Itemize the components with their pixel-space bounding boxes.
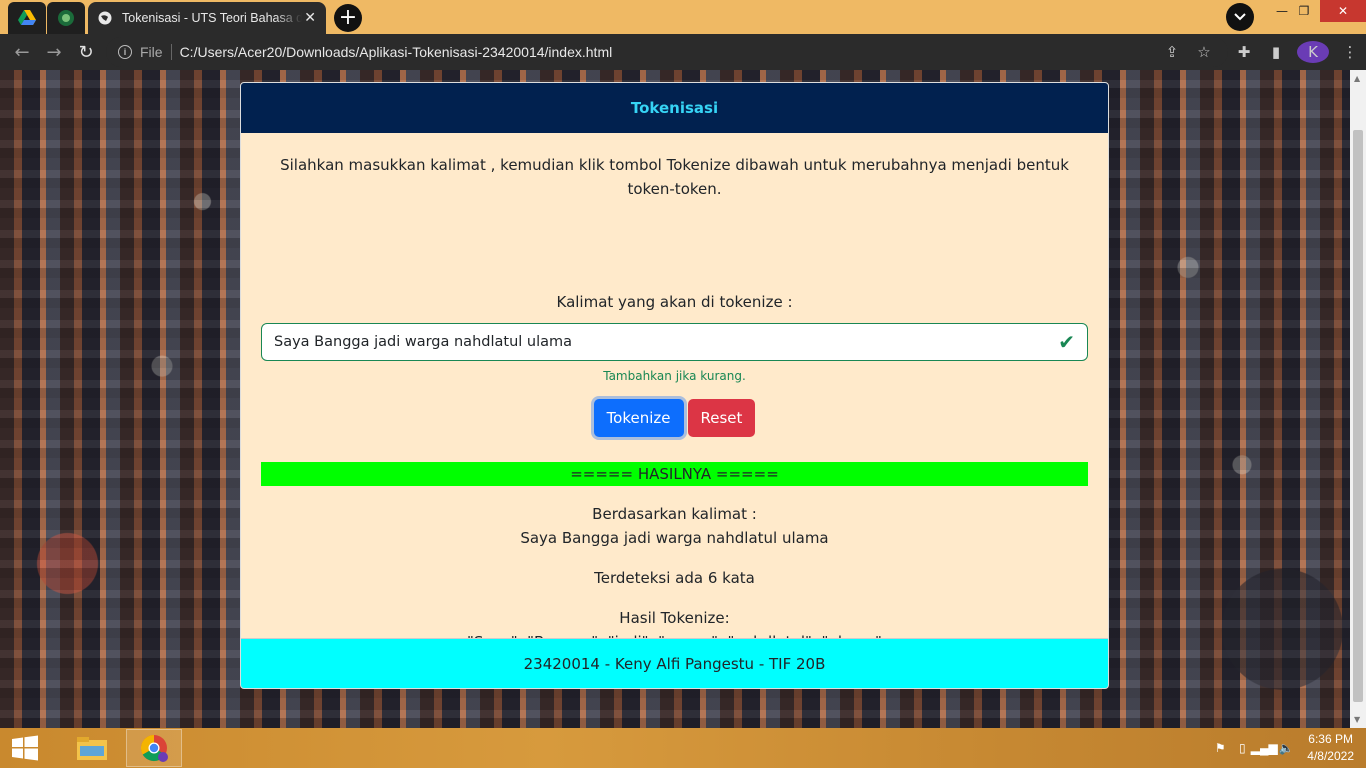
based-on-label: Berdasarkan kalimat :: [592, 505, 757, 523]
share-icon[interactable]: ⇪: [1156, 43, 1188, 61]
input-label: Kalimat yang akan di tokenize :: [556, 293, 793, 311]
scrollbar-thumb[interactable]: [1353, 130, 1363, 702]
tab-favicon-icon: [58, 10, 74, 26]
profile-avatar[interactable]: K: [1297, 41, 1329, 63]
tab-strip: Tokenisasi - UTS Teori Bahasa dan Automa…: [0, 0, 1366, 34]
action-center-flag-icon[interactable]: ⚑: [1209, 741, 1231, 755]
info-icon[interactable]: i: [118, 45, 132, 59]
checkmark-icon: ✔: [1058, 330, 1075, 354]
start-button[interactable]: [0, 728, 50, 768]
new-tab-icon[interactable]: +: [334, 4, 362, 32]
valid-feedback: Tambahkan jika kurang.: [603, 369, 746, 383]
system-tray: ⚑ ▯ ▂▄▆ 🔈 6:36 PM 4/8/2022: [1209, 728, 1366, 768]
address-bar[interactable]: i File C:/Users/Acer20/Downloads/Aplikas…: [106, 37, 1228, 67]
clock[interactable]: 6:36 PM 4/8/2022: [1307, 731, 1354, 765]
reload-icon[interactable]: ↻: [70, 36, 102, 68]
file-explorer-icon: [77, 737, 107, 760]
address-url[interactable]: C:/Users/Acer20/Downloads/Aplikasi-Token…: [180, 44, 613, 60]
card-header: Tokenisasi: [241, 83, 1108, 133]
scroll-down-icon[interactable]: ▼: [1354, 715, 1360, 724]
scroll-up-icon[interactable]: ▲: [1354, 74, 1360, 83]
chrome-icon: [140, 734, 168, 762]
tab-search-icon[interactable]: [1226, 3, 1254, 31]
volume-icon[interactable]: 🔈: [1275, 741, 1297, 755]
tokens-label: Hasil Tokenize:: [619, 609, 730, 627]
address-separator: [170, 44, 172, 60]
taskbar-file-explorer[interactable]: [64, 729, 120, 767]
result-header: ===== HASILNYA =====: [261, 462, 1088, 486]
extensions-icon[interactable]: ✚: [1228, 43, 1260, 61]
button-row: Tokenize Reset: [241, 399, 1108, 437]
clock-date: 4/8/2022: [1307, 749, 1354, 763]
tokenizer-card: Tokenisasi Silahkan masukkan kalimat , k…: [240, 82, 1109, 689]
network-icon[interactable]: ▂▄▆: [1251, 741, 1278, 755]
based-on-sentence: Saya Bangga jadi warga nahdlatul ulama: [520, 529, 829, 547]
close-window-button[interactable]: ✕: [1320, 0, 1366, 22]
intro-text: Silahkan masukkan kalimat , kemudian kli…: [280, 156, 1069, 198]
address-scheme: File: [140, 44, 163, 60]
tab-close-icon[interactable]: ✕: [304, 10, 316, 26]
reset-button[interactable]: Reset: [687, 399, 756, 437]
star-icon[interactable]: ☆: [1188, 43, 1220, 61]
taskbar-chrome[interactable]: [126, 729, 182, 767]
card-body: Silahkan masukkan kalimat , kemudian kli…: [241, 133, 1108, 651]
pinned-tab-drive[interactable]: [8, 2, 46, 34]
back-icon[interactable]: ←: [6, 36, 38, 68]
menu-icon[interactable]: ⋮: [1334, 43, 1366, 61]
globe-icon: [98, 11, 112, 25]
windows-logo-icon: [12, 735, 38, 761]
word-count: Terdeteksi ada 6 kata: [594, 569, 755, 587]
card-footer: 23420014 - Keny Alfi Pangestu - TIF 20B: [241, 638, 1108, 688]
active-tab[interactable]: Tokenisasi - UTS Teori Bahasa dan Automa…: [88, 2, 326, 34]
clock-time: 6:36 PM: [1308, 732, 1353, 746]
restore-window-button[interactable]: ❐: [1284, 0, 1324, 22]
tokenize-button[interactable]: Tokenize: [593, 399, 684, 437]
side-panel-icon[interactable]: ▮: [1260, 43, 1292, 61]
page-scrollbar[interactable]: ▲ ▼: [1350, 70, 1366, 728]
tab-title: Tokenisasi - UTS Teori Bahasa dan Automa…: [122, 11, 302, 25]
sentence-input-wrapper: ✔: [261, 323, 1088, 361]
forward-icon[interactable]: →: [38, 36, 70, 68]
google-drive-icon: [18, 10, 36, 25]
pinned-tab-2[interactable]: [47, 2, 85, 34]
sentence-input[interactable]: [274, 334, 1059, 350]
browser-toolbar: ← → ↻ i File C:/Users/Acer20/Downloads/A…: [0, 34, 1366, 70]
taskbar: ⚑ ▯ ▂▄▆ 🔈 6:36 PM 4/8/2022: [0, 728, 1366, 768]
